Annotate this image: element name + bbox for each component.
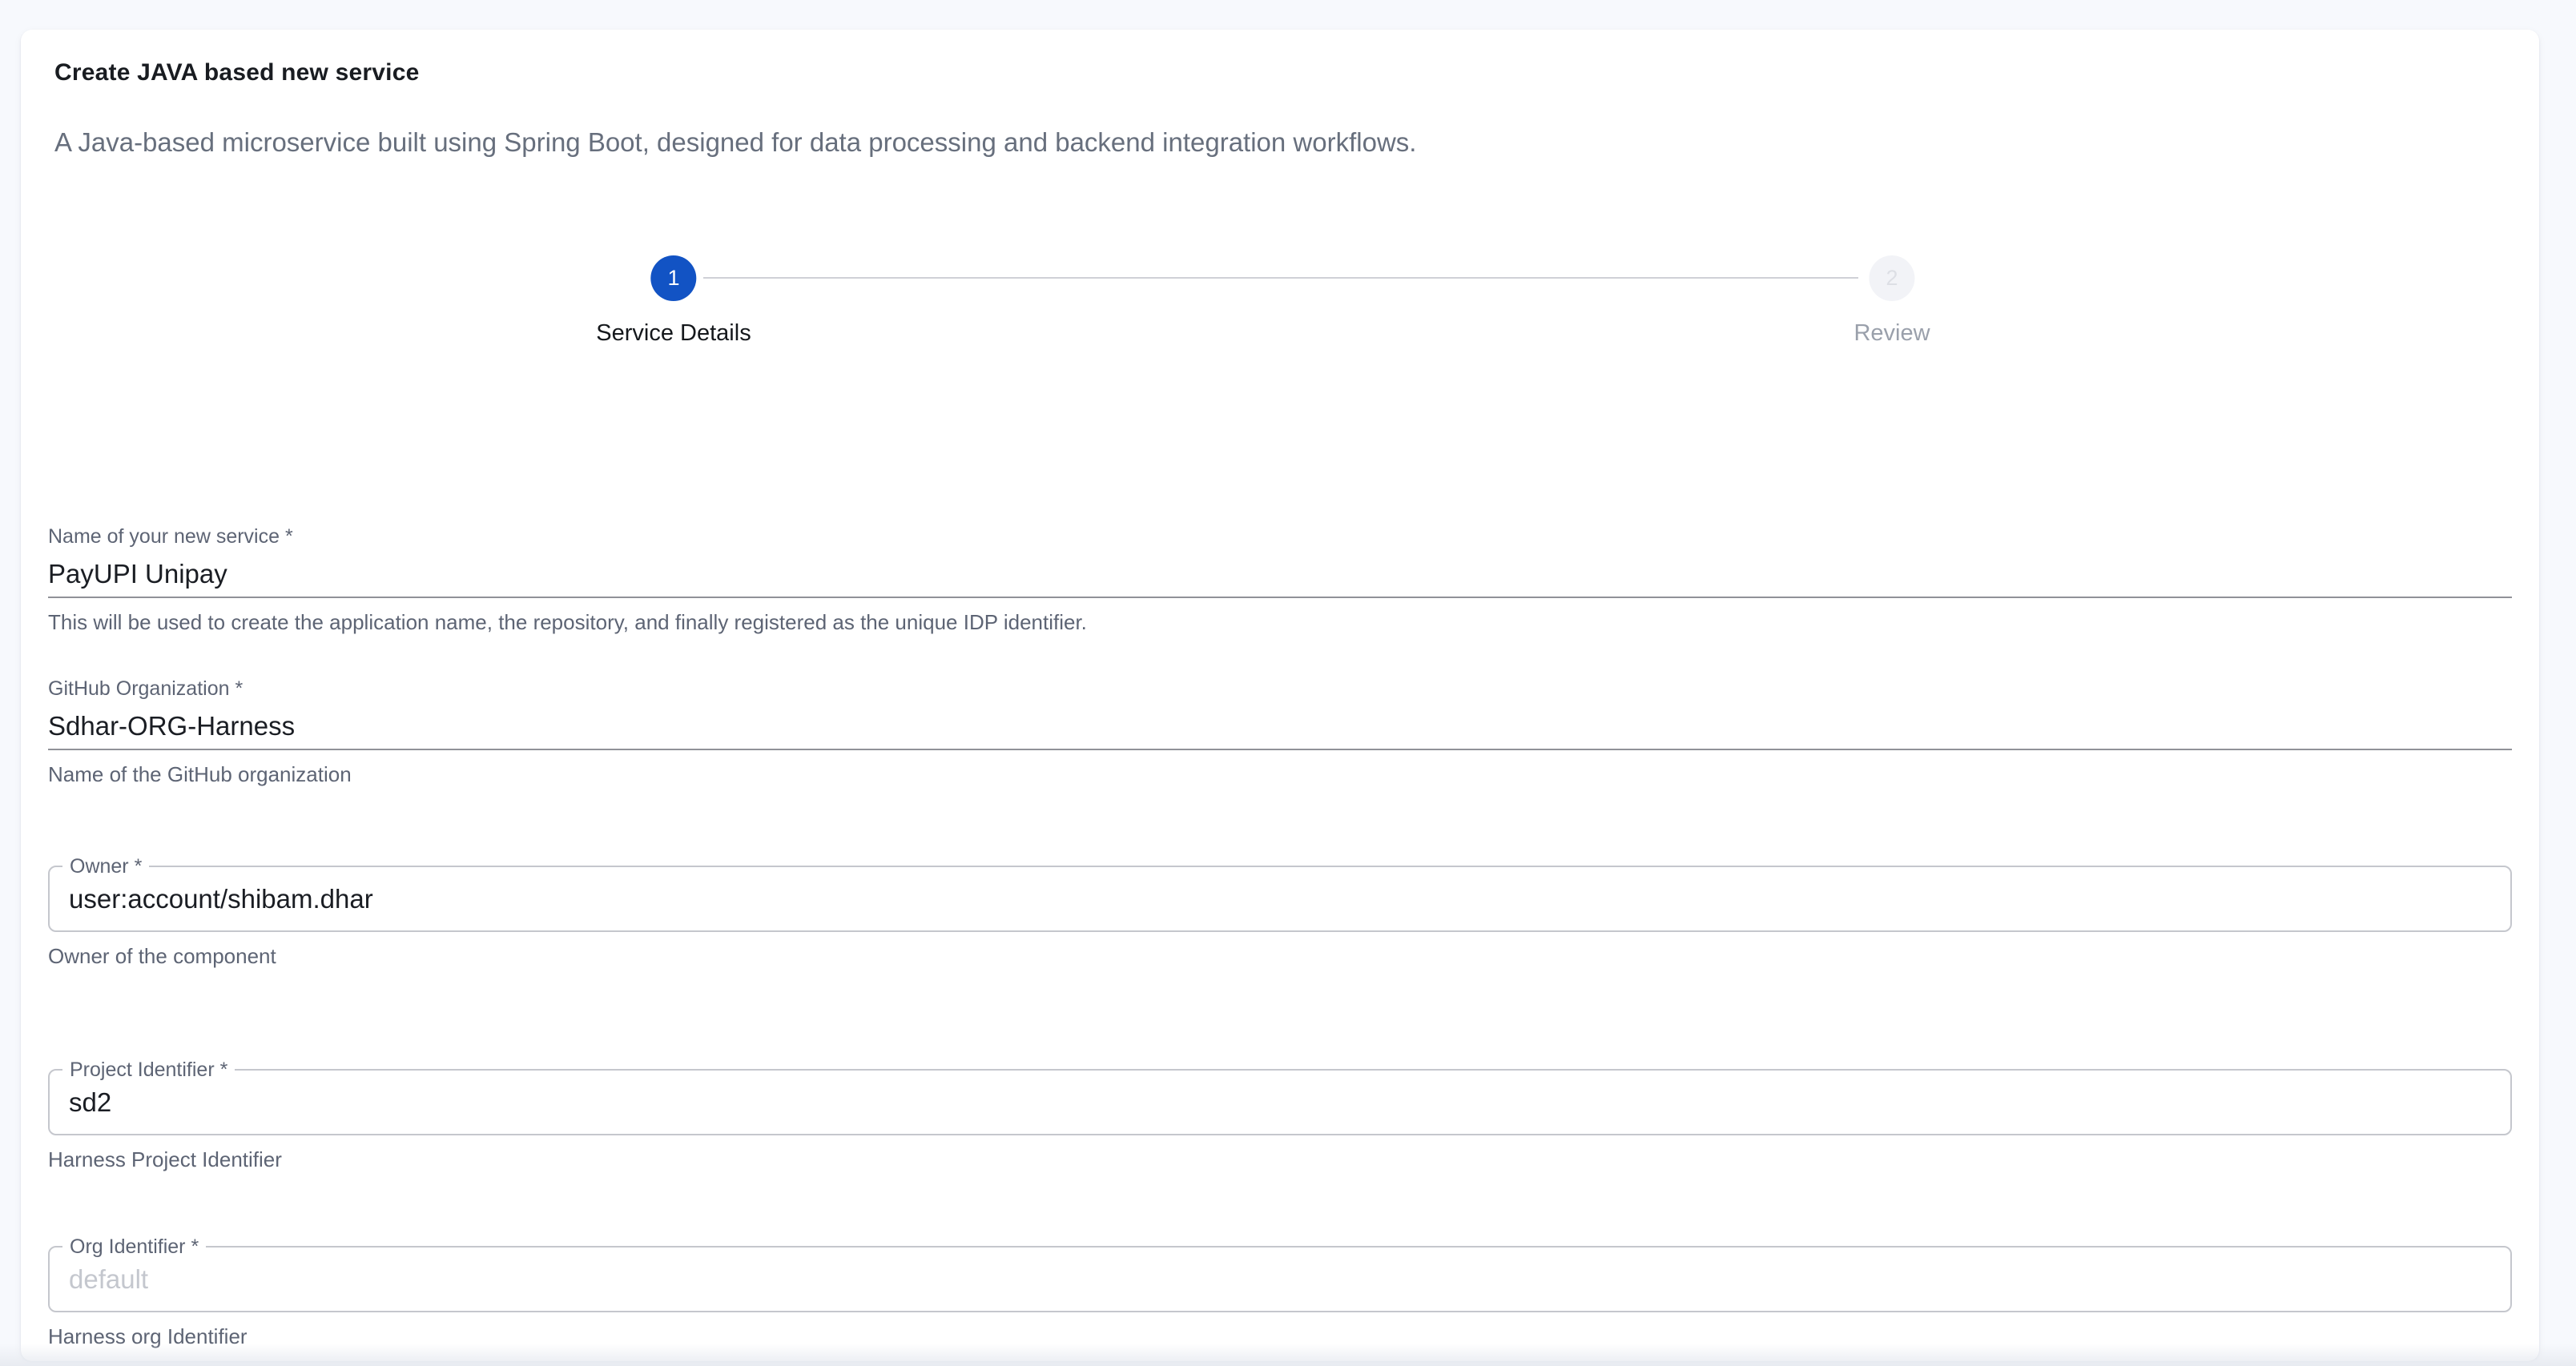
stepper-step-service-details: 1 Service Details (596, 255, 751, 348)
org-identifier-input[interactable] (69, 1264, 2491, 1295)
project-identifier-helper: Harness Project Identifier (48, 1147, 2512, 1172)
step-2-circle: 2 (1870, 255, 1915, 301)
owner-input-outline: Owner * (48, 866, 2512, 932)
step-1-label: Service Details (596, 319, 751, 348)
stepper: 1 Service Details 2 Review (48, 255, 2512, 360)
service-name-input[interactable] (48, 548, 2512, 598)
service-create-card: Create JAVA based new service A Java-bas… (21, 30, 2539, 1361)
project-identifier-input-outline: Project Identifier * (48, 1069, 2512, 1135)
page-subtitle: A Java-based microservice built using Sp… (54, 126, 2512, 159)
org-identifier-input-outline: Org Identifier * (48, 1246, 2512, 1312)
service-name-helper: This will be used to create the applicat… (48, 609, 2512, 635)
org-identifier-helper: Harness org Identifier (48, 1324, 2512, 1349)
github-organization-input[interactable] (48, 701, 2512, 750)
field-service-name: Name of your new service * This will be … (48, 524, 2512, 635)
stepper-step-review: 2 Review (1854, 255, 1930, 348)
field-org-identifier: Org Identifier * Harness org Identifier (48, 1246, 2512, 1349)
project-identifier-input[interactable] (69, 1087, 2491, 1118)
stepper-connector-line (703, 277, 1858, 279)
project-identifier-label: Project Identifier * (62, 1058, 235, 1082)
service-name-label: Name of your new service * (48, 524, 2512, 548)
step-1-circle: 1 (651, 255, 697, 301)
page-title: Create JAVA based new service (54, 58, 2512, 88)
field-github-organization: GitHub Organization * Name of the GitHub… (48, 677, 2512, 787)
org-identifier-label: Org Identifier * (62, 1235, 206, 1259)
step-2-label: Review (1854, 319, 1930, 348)
github-organization-label: GitHub Organization * (48, 677, 2512, 701)
github-organization-helper: Name of the GitHub organization (48, 761, 2512, 787)
owner-label: Owner * (62, 854, 149, 878)
field-project-identifier: Project Identifier * Harness Project Ide… (48, 1069, 2512, 1172)
field-owner: Owner * Owner of the component (48, 866, 2512, 969)
owner-input[interactable] (69, 884, 2491, 914)
owner-helper: Owner of the component (48, 943, 2512, 969)
page-background: { "page": { "title": "Create JAVA based … (0, 0, 2576, 1366)
